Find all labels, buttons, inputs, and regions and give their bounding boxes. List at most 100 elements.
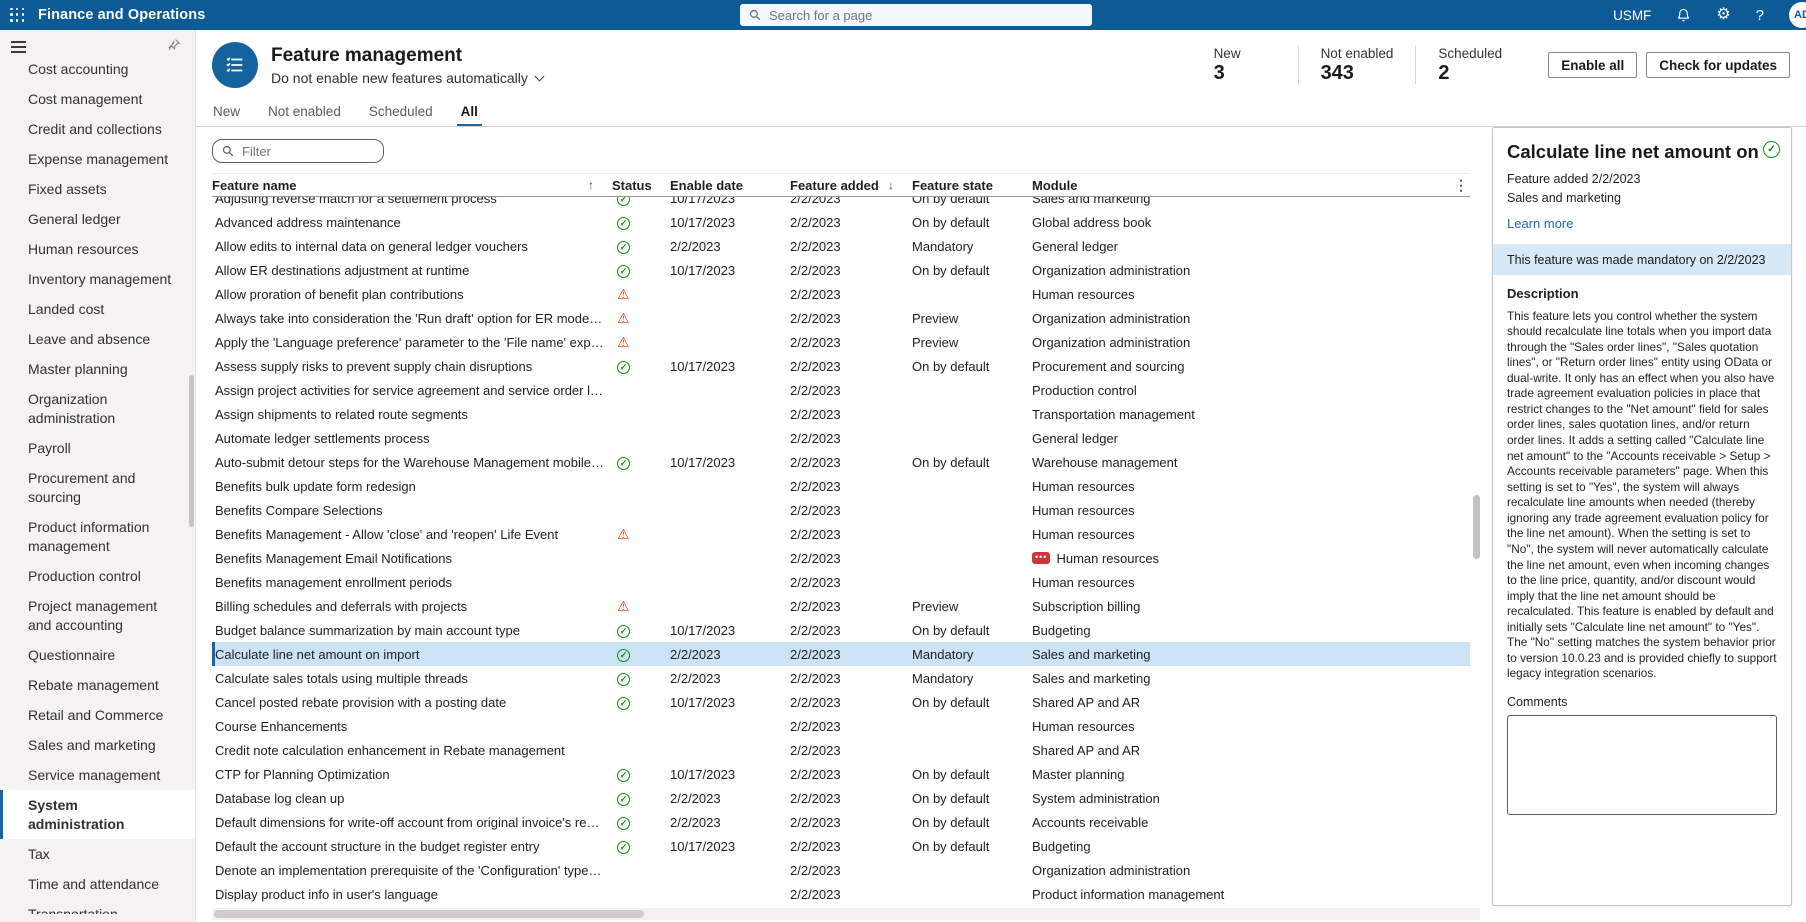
- column-header-module[interactable]: Module: [1032, 178, 1452, 193]
- sidebar-item-expense-management[interactable]: Expense management: [0, 144, 195, 174]
- feature-name-cell: Benefits management enrollment periods: [212, 575, 612, 590]
- table-row[interactable]: Credit note calculation enhancement in R…: [212, 738, 1470, 762]
- feature-state-cell: On by default: [912, 359, 1032, 374]
- sidebar-item-transportation-management[interactable]: Transportation management: [0, 899, 195, 914]
- table-row[interactable]: Always take into consideration the 'Run …: [212, 306, 1470, 330]
- table-row[interactable]: Auto-submit detour steps for the Warehou…: [212, 450, 1470, 474]
- table-row[interactable]: Allow ER destinations adjustment at runt…: [212, 258, 1470, 282]
- help-icon[interactable]: ?: [1756, 7, 1764, 24]
- sidebar-item-credit-and-collections[interactable]: Credit and collections: [0, 114, 195, 144]
- table-row[interactable]: Benefits Compare Selections 2/2/2023 Hum…: [212, 498, 1470, 522]
- column-header-feature-state[interactable]: Feature state: [912, 178, 1032, 193]
- table-row[interactable]: Default the account structure in the bud…: [212, 834, 1470, 858]
- table-row[interactable]: Budget balance summarization by main acc…: [212, 618, 1470, 642]
- sidebar-item-rebate-management[interactable]: Rebate management: [0, 670, 195, 700]
- table-row[interactable]: Cancel posted rebate provision with a po…: [212, 690, 1470, 714]
- sidebar-item-tax[interactable]: Tax: [0, 839, 195, 869]
- table-row[interactable]: Benefits bulk update form redesign 2/2/2…: [212, 474, 1470, 498]
- enable-mode-dropdown[interactable]: Do not enable new features automatically: [271, 70, 543, 86]
- grid-horizontal-scrollbar[interactable]: [212, 908, 1480, 920]
- sidebar-item-questionnaire[interactable]: Questionnaire: [0, 640, 195, 670]
- filter-box[interactable]: [212, 139, 384, 163]
- table-row[interactable]: Course Enhancements 2/2/2023 Human resou…: [212, 714, 1470, 738]
- table-row[interactable]: Assign shipments to related route segmen…: [212, 402, 1470, 426]
- sidebar-item-procurement-and-sourcing[interactable]: Procurement and sourcing: [0, 463, 195, 512]
- table-row[interactable]: Apply the 'Language preference' paramete…: [212, 330, 1470, 354]
- table-row[interactable]: Allow proration of benefit plan contribu…: [212, 282, 1470, 306]
- sidebar-item-master-planning[interactable]: Master planning: [0, 354, 195, 384]
- global-search[interactable]: [740, 4, 1092, 26]
- user-avatar[interactable]: AD: [1789, 2, 1806, 28]
- tab-all[interactable]: All: [460, 100, 479, 126]
- sidebar-item-product-information-management[interactable]: Product information management: [0, 512, 195, 561]
- table-row[interactable]: Default dimensions for write-off account…: [212, 810, 1470, 834]
- table-row[interactable]: Calculate sales totals using multiple th…: [212, 666, 1470, 690]
- table-row[interactable]: Advanced address maintenance ✓ 10/17/202…: [212, 210, 1470, 234]
- notifications-bell-icon[interactable]: [1676, 7, 1691, 23]
- filter-input[interactable]: [240, 143, 374, 160]
- feature-added-cell: 2/2/2023: [790, 263, 912, 278]
- module-cell: Organization administration: [1032, 263, 1470, 278]
- sidebar-item-project-management-and-accounting[interactable]: Project management and accounting: [0, 591, 195, 640]
- table-row[interactable]: Denote an implementation prerequisite of…: [212, 858, 1470, 882]
- company-picker[interactable]: USMF: [1613, 8, 1651, 23]
- feature-added-cell: 2/2/2023: [790, 407, 912, 422]
- feature-added-cell: 2/2/2023: [790, 455, 912, 470]
- sidebar-scrollbar[interactable]: [189, 375, 194, 527]
- module-cell: Human resources: [1032, 503, 1470, 518]
- check-for-updates-button[interactable]: Check for updates: [1646, 52, 1790, 78]
- sidebar-item-service-management[interactable]: Service management: [0, 760, 195, 790]
- sidebar-item-sales-and-marketing[interactable]: Sales and marketing: [0, 730, 195, 760]
- sidebar-item-cost-management[interactable]: Cost management: [0, 84, 195, 114]
- table-row[interactable]: Benefits Management - Allow 'close' and …: [212, 522, 1470, 546]
- tab-new[interactable]: New: [212, 100, 241, 126]
- table-row[interactable]: Billing schedules and deferrals with pro…: [212, 594, 1470, 618]
- table-row[interactable]: Assign project activities for service ag…: [212, 378, 1470, 402]
- app-launcher-waffle-icon[interactable]: [10, 8, 25, 23]
- column-header-feature-name[interactable]: Feature name ↑: [212, 178, 612, 193]
- sidebar-item-human-resources[interactable]: Human resources: [0, 234, 195, 264]
- page-header: Feature management Do not enable new fea…: [196, 30, 1806, 100]
- unpin-icon[interactable]: [167, 38, 181, 57]
- table-row[interactable]: Automate ledger settlements process 2/2/…: [212, 426, 1470, 450]
- status-cell: ⚠: [612, 287, 670, 302]
- grid-options-icon[interactable]: ⋮: [1454, 177, 1468, 194]
- tab-scheduled[interactable]: Scheduled: [368, 100, 434, 126]
- sidebar-item-payroll[interactable]: Payroll: [0, 433, 195, 463]
- details-feature-added: Feature added 2/2/2023: [1507, 170, 1777, 189]
- table-row[interactable]: Benefits management enrollment periods 2…: [212, 570, 1470, 594]
- table-row[interactable]: Adjusting reverse match for a settlement…: [212, 197, 1470, 210]
- feature-name-cell: Allow edits to internal data on general …: [212, 239, 612, 254]
- feature-name-cell: Assign project activities for service ag…: [212, 383, 612, 398]
- sidebar-item-landed-cost[interactable]: Landed cost: [0, 294, 195, 324]
- learn-more-link[interactable]: Learn more: [1507, 216, 1573, 231]
- column-header-status[interactable]: Status: [612, 178, 670, 193]
- table-row[interactable]: Assess supply risks to prevent supply ch…: [212, 354, 1470, 378]
- tab-not-enabled[interactable]: Not enabled: [267, 100, 342, 126]
- sidebar-item-retail-and-commerce[interactable]: Retail and Commerce: [0, 700, 195, 730]
- column-header-enable-date[interactable]: Enable date: [670, 178, 790, 193]
- table-row[interactable]: CTP for Planning Optimization ✓ 10/17/20…: [212, 762, 1470, 786]
- comments-input[interactable]: [1507, 715, 1777, 815]
- enable-all-button[interactable]: Enable all: [1548, 52, 1637, 78]
- sidebar-item-production-control[interactable]: Production control: [0, 561, 195, 591]
- table-row[interactable]: Allow edits to internal data on general …: [212, 234, 1470, 258]
- settings-gear-icon[interactable]: ⚙: [1716, 7, 1730, 23]
- sidebar-item-cost-accounting[interactable]: Cost accounting: [0, 64, 195, 84]
- grid-horizontal-scrollbar-thumb[interactable]: [214, 910, 644, 918]
- sidebar-item-system-administration[interactable]: System administration: [0, 790, 195, 839]
- sidebar-item-leave-and-absence[interactable]: Leave and absence: [0, 324, 195, 354]
- table-row[interactable]: Calculate line net amount on import ✓ 2/…: [212, 642, 1470, 666]
- sidebar-item-fixed-assets[interactable]: Fixed assets: [0, 174, 195, 204]
- column-header-feature-added[interactable]: Feature added ↓: [790, 178, 912, 193]
- table-row[interactable]: Display product info in user's language …: [212, 882, 1470, 906]
- sidebar-item-general-ledger[interactable]: General ledger: [0, 204, 195, 234]
- sidebar-item-time-and-attendance[interactable]: Time and attendance: [0, 869, 195, 899]
- table-row[interactable]: Database log clean up ✓ 2/2/2023 2/2/202…: [212, 786, 1470, 810]
- hamburger-menu-icon[interactable]: [11, 41, 26, 53]
- table-row[interactable]: Benefits Management Email Notifications …: [212, 546, 1470, 570]
- global-search-input[interactable]: [767, 7, 1083, 24]
- sidebar-item-inventory-management[interactable]: Inventory management: [0, 264, 195, 294]
- grid-vertical-scrollbar[interactable]: [1473, 495, 1480, 559]
- sidebar-item-organization-administration[interactable]: Organization administration: [0, 384, 195, 433]
